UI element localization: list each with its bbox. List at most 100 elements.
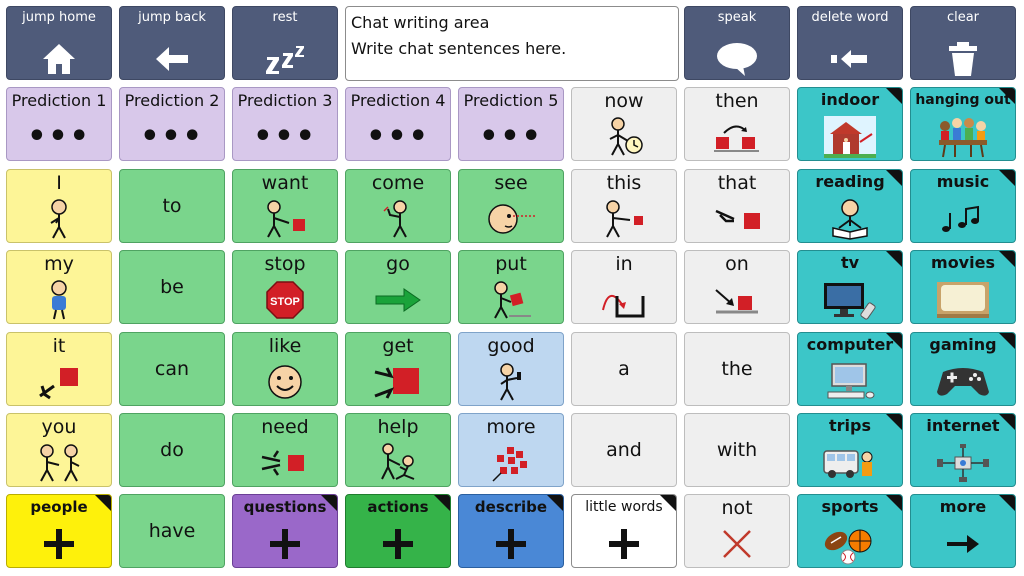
word-this-button[interactable]: this bbox=[571, 169, 677, 243]
word-on-button[interactable]: on bbox=[684, 250, 790, 324]
word-label: I bbox=[56, 172, 62, 194]
person-reading-icon bbox=[798, 197, 902, 241]
speak-button[interactable]: speak bbox=[684, 6, 790, 80]
folder-hanging-out-button[interactable]: hanging out bbox=[910, 87, 1016, 161]
word-like-button[interactable]: like bbox=[232, 332, 338, 406]
word-label: then bbox=[715, 90, 759, 112]
rest-button[interactable]: rest bbox=[232, 6, 338, 80]
word-a-button[interactable]: a bbox=[571, 332, 677, 406]
word-label: my bbox=[44, 253, 74, 275]
word-to-button[interactable]: to bbox=[119, 169, 225, 243]
delete-word-label: delete word bbox=[811, 10, 889, 25]
folder-music-button[interactable]: music bbox=[910, 169, 1016, 243]
word-then-button[interactable]: then bbox=[684, 87, 790, 161]
word-with-button[interactable]: with bbox=[684, 413, 790, 487]
hands-reaching-object-icon bbox=[233, 441, 337, 485]
word-in-button[interactable]: in bbox=[571, 250, 677, 324]
word-more-button[interactable]: more bbox=[458, 413, 564, 487]
person-placing-icon bbox=[459, 278, 563, 322]
word-want-button[interactable]: want bbox=[232, 169, 338, 243]
folder-gaming-button[interactable]: gaming bbox=[910, 332, 1016, 406]
delete-word-button[interactable]: delete word bbox=[797, 6, 903, 80]
chat-area-title: Chat writing area bbox=[351, 13, 490, 32]
word-come-button[interactable]: come bbox=[345, 169, 451, 243]
word-stop-button[interactable]: stop STOP bbox=[232, 250, 338, 324]
folder-more-button[interactable]: more bbox=[910, 494, 1016, 568]
folder-questions-button[interactable]: questions bbox=[232, 494, 338, 568]
word-my-button[interactable]: my bbox=[6, 250, 112, 324]
word-it-button[interactable]: it bbox=[6, 332, 112, 406]
folder-describe-button[interactable]: describe bbox=[458, 494, 564, 568]
word-label: with bbox=[716, 439, 758, 461]
prediction-3-button[interactable]: Prediction 3 ••• bbox=[232, 87, 338, 161]
plus-icon bbox=[7, 522, 111, 566]
stop-sign-icon: STOP bbox=[233, 278, 337, 322]
plus-icon bbox=[346, 522, 450, 566]
word-good-button[interactable]: good bbox=[458, 332, 564, 406]
word-help-button[interactable]: help bbox=[345, 413, 451, 487]
sports-balls-icon bbox=[798, 522, 902, 566]
word-put-button[interactable]: put bbox=[458, 250, 564, 324]
word-label: to bbox=[162, 195, 182, 217]
word-do-button[interactable]: do bbox=[119, 413, 225, 487]
word-label: see bbox=[494, 172, 528, 194]
on-surface-icon bbox=[685, 278, 789, 322]
hands-grabbing-icon bbox=[346, 360, 450, 404]
word-have-button[interactable]: have bbox=[119, 494, 225, 568]
word-label: like bbox=[268, 335, 302, 357]
folder-computer-button[interactable]: computer bbox=[797, 332, 903, 406]
two-people-pointing-icon bbox=[7, 441, 111, 485]
plus-icon bbox=[459, 522, 563, 566]
word-can-button[interactable]: can bbox=[119, 332, 225, 406]
jump-home-button[interactable]: jump home bbox=[6, 6, 112, 80]
word-i-button[interactable]: I bbox=[6, 169, 112, 243]
folder-reading-button[interactable]: reading bbox=[797, 169, 903, 243]
desktop-computer-icon bbox=[798, 360, 902, 404]
word-be-button[interactable]: be bbox=[119, 250, 225, 324]
word-go-button[interactable]: go bbox=[345, 250, 451, 324]
folder-movies-button[interactable]: movies bbox=[910, 250, 1016, 324]
word-not-button[interactable]: not bbox=[684, 494, 790, 568]
chat-writing-area[interactable]: Chat writing area Write chat sentences h… bbox=[345, 6, 679, 81]
word-label: you bbox=[41, 416, 77, 438]
word-you-button[interactable]: you bbox=[6, 413, 112, 487]
face-looking-icon bbox=[459, 197, 563, 241]
ellipsis-icon: ••• bbox=[253, 119, 317, 154]
word-and-button[interactable]: and bbox=[571, 413, 677, 487]
word-label: good bbox=[487, 335, 535, 357]
word-now-button[interactable]: now bbox=[571, 87, 677, 161]
movie-screen-icon bbox=[911, 278, 1015, 322]
network-devices-icon bbox=[911, 441, 1015, 485]
prediction-2-button[interactable]: Prediction 2 ••• bbox=[119, 87, 225, 161]
jump-back-button[interactable]: jump back bbox=[119, 6, 225, 80]
word-label: now bbox=[604, 90, 644, 112]
prediction-1-button[interactable]: Prediction 1 ••• bbox=[6, 87, 112, 161]
trash-can-icon bbox=[911, 37, 1015, 79]
folder-little-words-button[interactable]: little words bbox=[571, 494, 677, 568]
word-that-button[interactable]: that bbox=[684, 169, 790, 243]
person-reaching-icon bbox=[233, 197, 337, 241]
clear-button[interactable]: clear bbox=[910, 6, 1016, 80]
word-see-button[interactable]: see bbox=[458, 169, 564, 243]
into-container-icon bbox=[572, 278, 676, 322]
folder-tv-button[interactable]: tv bbox=[797, 250, 903, 324]
music-notes-icon bbox=[911, 197, 1015, 241]
word-the-button[interactable]: the bbox=[684, 332, 790, 406]
word-label: need bbox=[261, 416, 309, 438]
ellipsis-icon: ••• bbox=[479, 119, 543, 154]
prediction-5-button[interactable]: Prediction 5 ••• bbox=[458, 87, 564, 161]
word-label: stop bbox=[264, 253, 306, 275]
word-need-button[interactable]: need bbox=[232, 413, 338, 487]
folder-internet-button[interactable]: internet bbox=[910, 413, 1016, 487]
folder-trips-button[interactable]: trips bbox=[797, 413, 903, 487]
ellipsis-icon: ••• bbox=[27, 119, 91, 154]
word-get-button[interactable]: get bbox=[345, 332, 451, 406]
folder-people-button[interactable]: people bbox=[6, 494, 112, 568]
game-controller-icon bbox=[911, 360, 1015, 404]
folder-sports-button[interactable]: sports bbox=[797, 494, 903, 568]
folder-indoor-button[interactable]: indoor bbox=[797, 87, 903, 161]
prediction-4-button[interactable]: Prediction 4 ••• bbox=[345, 87, 451, 161]
word-label: not bbox=[721, 497, 753, 519]
folder-actions-button[interactable]: actions bbox=[345, 494, 451, 568]
word-label: come bbox=[371, 172, 425, 194]
